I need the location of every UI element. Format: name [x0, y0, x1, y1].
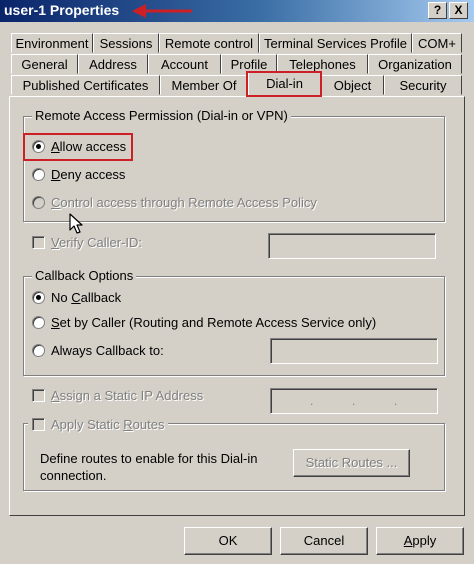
remote-access-legend: Remote Access Permission (Dial-in or VPN… — [32, 108, 291, 123]
tab-account[interactable]: Account — [148, 54, 221, 74]
policy-access-label: Control access through Remote Access Pol… — [51, 195, 317, 210]
ok-button[interactable]: OK — [184, 527, 272, 555]
tab-published-certificates[interactable]: Published Certificates — [11, 75, 160, 95]
deny-access-radio-indicator[interactable] — [32, 168, 45, 181]
static-routes-button: Static Routes ... — [293, 449, 410, 477]
annotation-arrow-icon — [132, 4, 192, 18]
static-ip-checkbox: Assign a Static IP Address — [32, 388, 203, 403]
always-callback-label[interactable]: Always Callback to: — [51, 343, 164, 358]
set-by-caller-radio[interactable]: Set by Caller (Routing and Remote Access… — [32, 315, 376, 330]
help-button[interactable]: ? — [428, 2, 447, 19]
static-ip-dots: . . . — [270, 388, 438, 414]
tab-environment[interactable]: Environment — [11, 33, 93, 53]
mouse-cursor-icon — [69, 213, 83, 234]
set-by-caller-radio-indicator[interactable] — [32, 316, 45, 329]
caller-id-field — [268, 233, 436, 259]
tab-security[interactable]: Security — [384, 75, 462, 95]
always-callback-field — [270, 338, 438, 364]
verify-caller-id-checkbox: Verify Caller-ID: — [32, 235, 142, 250]
tab-organization[interactable]: Organization — [368, 54, 462, 74]
static-routes-description: Define routes to enable for this Dial-in… — [40, 451, 258, 483]
static-routes-check — [32, 418, 45, 431]
tab-remote-control[interactable]: Remote control — [159, 33, 259, 53]
no-callback-radio[interactable]: No Callback — [32, 290, 121, 305]
policy-access-radio: Control access through Remote Access Pol… — [32, 195, 317, 210]
policy-access-radio-indicator — [32, 196, 45, 209]
window-title: user-1 Properties — [4, 2, 120, 18]
tab-object[interactable]: Object — [321, 75, 384, 95]
always-callback-radio[interactable]: Always Callback to: — [32, 343, 164, 358]
tab-member-of[interactable]: Member Of — [160, 75, 248, 95]
static-routes-checkbox: Apply Static Routes — [28, 417, 169, 432]
title-bar[interactable]: user-1 Properties ? X — [0, 0, 474, 22]
ip-dot: . — [310, 394, 314, 408]
tab-profile[interactable]: Profile — [221, 54, 277, 74]
no-callback-label[interactable]: No Callback — [51, 290, 121, 305]
no-callback-radio-indicator[interactable] — [32, 291, 45, 304]
always-callback-radio-indicator[interactable] — [32, 344, 45, 357]
set-by-caller-label[interactable]: Set by Caller (Routing and Remote Access… — [51, 315, 376, 330]
tab-telephones[interactable]: Telephones — [277, 54, 368, 74]
tab-address[interactable]: Address — [78, 54, 148, 74]
static-ip-label: Assign a Static IP Address — [51, 388, 204, 403]
allow-access-radio-indicator[interactable] — [32, 140, 45, 153]
tab-terminal-services-profile[interactable]: Terminal Services Profile — [259, 33, 412, 53]
allow-access-label[interactable]: Allow access — [51, 139, 126, 154]
ip-dot: . — [352, 394, 356, 408]
tab-com-plus[interactable]: COM+ — [412, 33, 462, 53]
static-routes-label: Apply Static Routes — [51, 417, 165, 432]
verify-caller-id-label: Verify Caller-ID: — [51, 235, 143, 250]
tab-general[interactable]: General — [11, 54, 78, 74]
deny-access-label[interactable]: Deny access — [51, 167, 125, 182]
tab-sessions[interactable]: Sessions — [93, 33, 159, 53]
static-ip-check — [32, 389, 45, 402]
close-button[interactable]: X — [449, 2, 468, 19]
ip-dot: . — [394, 394, 398, 408]
allow-access-radio[interactable]: Allow access — [32, 139, 126, 154]
apply-button[interactable]: Apply — [376, 527, 464, 555]
deny-access-radio[interactable]: Deny access — [32, 167, 125, 182]
tab-dial-in[interactable]: Dial-in — [248, 72, 321, 96]
callback-options-legend: Callback Options — [32, 268, 137, 283]
cancel-button[interactable]: Cancel — [280, 527, 368, 555]
verify-caller-id-check — [32, 236, 45, 249]
